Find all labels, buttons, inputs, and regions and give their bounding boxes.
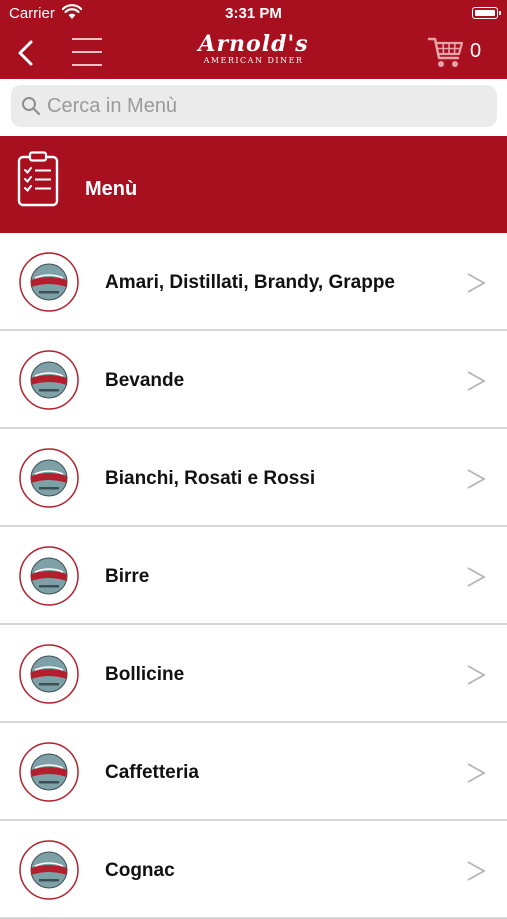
category-label: Cognac: [105, 860, 175, 881]
list-item[interactable]: Birre: [0, 527, 507, 625]
category-label: Amari, Distillati, Brandy, Grappe: [105, 272, 396, 293]
arnolds-logo: [19, 546, 79, 606]
list-item[interactable]: Caffetteria: [0, 723, 507, 821]
search-field[interactable]: [11, 85, 497, 127]
arnolds-logo: [19, 644, 79, 704]
battery-icon: [472, 7, 501, 19]
search-icon: [22, 97, 41, 116]
category-label: Bollicine: [105, 664, 185, 685]
category-label: Caffetteria: [105, 762, 199, 783]
category-list: Amari, Distillati, Brandy, Grappe Bevand…: [0, 233, 507, 919]
chevron-right-icon: [467, 861, 486, 881]
arnolds-logo: [19, 350, 79, 410]
category-label: Birre: [105, 566, 150, 587]
list-item[interactable]: Cognac: [0, 821, 507, 919]
status-bar: Carrier 3:31 PM: [0, 0, 507, 28]
chevron-right-icon: [467, 469, 486, 489]
list-item[interactable]: Bevande: [0, 331, 507, 429]
list-item[interactable]: Bollicine: [0, 625, 507, 723]
clipboard-icon: [17, 151, 59, 207]
chevron-right-icon: [467, 371, 486, 391]
cart-icon[interactable]: [427, 34, 465, 70]
arnolds-logo: [19, 742, 79, 802]
status-time: 3:31 PM: [225, 5, 282, 22]
category-label: Bevande: [105, 370, 185, 391]
chevron-right-icon: [467, 567, 486, 587]
app-header: Carrier 3:31 PM Arnold's AMERICAN DINER: [0, 0, 507, 79]
cart-count: 0: [470, 40, 482, 62]
search-input[interactable]: [47, 85, 487, 127]
chevron-right-icon: [467, 665, 486, 685]
chevron-right-icon: [467, 273, 486, 293]
search-bar: [0, 79, 507, 136]
section-header: Menù: [0, 136, 507, 233]
category-label: Bianchi, Rosati e Rossi: [105, 468, 316, 489]
arnolds-logo: [19, 448, 79, 508]
section-title: Menù: [85, 178, 138, 200]
nav-bar: Arnold's AMERICAN DINER 0: [0, 28, 507, 79]
list-item[interactable]: Bianchi, Rosati e Rossi: [0, 429, 507, 527]
arnolds-logo: [19, 840, 79, 900]
chevron-right-icon: [467, 763, 486, 783]
arnolds-logo: [19, 252, 79, 312]
list-item[interactable]: Amari, Distillati, Brandy, Grappe: [0, 233, 507, 331]
